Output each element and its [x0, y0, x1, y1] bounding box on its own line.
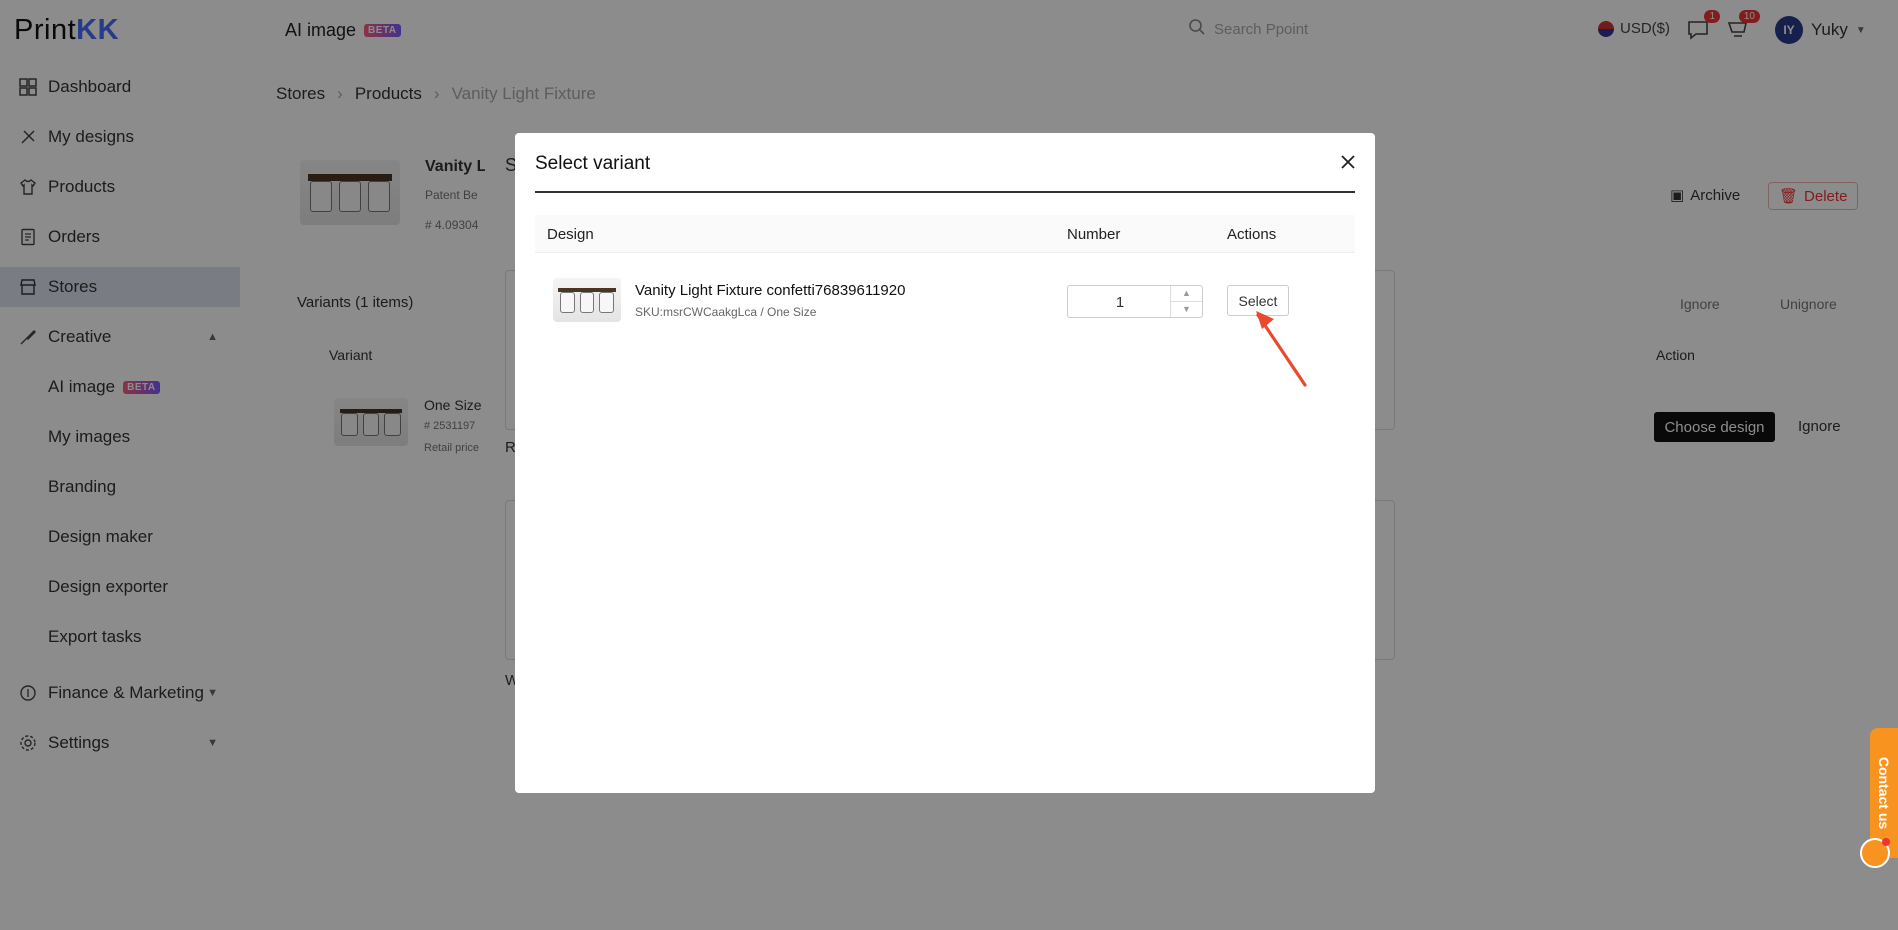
modal-title: Select variant — [535, 153, 651, 174]
column-header-number: Number — [1067, 226, 1121, 243]
quantity-stepper[interactable]: 1 ▲ ▼ — [1067, 285, 1203, 318]
variant-thumbnail — [553, 278, 621, 322]
select-variant-modal: Select variant Design Number Actions Van… — [515, 133, 1375, 793]
variant-design-name: Vanity Light Fixture confetti76839611920 — [635, 282, 906, 299]
chat-bubble-icon[interactable] — [1860, 838, 1890, 868]
column-header-actions: Actions — [1227, 226, 1277, 243]
close-button[interactable] — [1337, 151, 1359, 173]
column-header-design: Design — [547, 226, 594, 243]
quantity-value[interactable]: 1 — [1068, 294, 1172, 311]
close-icon — [1341, 155, 1355, 169]
stepper-controls: ▲ ▼ — [1170, 286, 1202, 317]
modal-divider — [535, 191, 1355, 193]
table-header: Design Number Actions — [535, 215, 1355, 253]
decrement-button[interactable]: ▼ — [1171, 302, 1202, 318]
annotation-arrow — [1256, 311, 1307, 387]
variant-sku: SKU:msrCWCaakgLca / One Size — [635, 305, 817, 319]
contact-us-label: Contact us — [1876, 756, 1892, 830]
increment-button[interactable]: ▲ — [1171, 286, 1202, 302]
